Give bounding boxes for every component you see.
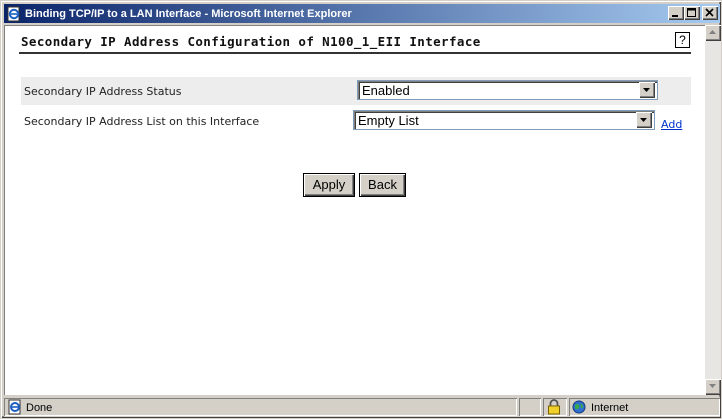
zone-text: Internet <box>591 402 629 414</box>
minimize-button[interactable] <box>668 6 684 20</box>
ie-page-icon <box>6 6 22 22</box>
window-title: Binding TCP/IP to a LAN Interface - Micr… <box>25 7 352 20</box>
status-pane-progress <box>519 398 541 416</box>
add-ip-link[interactable]: Add <box>661 118 682 131</box>
close-button[interactable] <box>702 6 718 20</box>
apply-button[interactable]: Apply <box>303 173 355 197</box>
title-bar[interactable]: Binding TCP/IP to a LAN Interface - Micr… <box>4 4 720 23</box>
status-select[interactable]: Enabled <box>357 80 658 100</box>
ip-list-row: Secondary IP Address List on this Interf… <box>21 107 691 135</box>
browser-window: Binding TCP/IP to a LAN Interface - Micr… <box>0 0 722 419</box>
maximize-button[interactable] <box>684 6 700 20</box>
scroll-up-button[interactable] <box>705 25 721 41</box>
ip-list-label: Secondary IP Address List on this Interf… <box>24 115 260 128</box>
chevron-down-icon <box>640 118 647 122</box>
globe-icon <box>572 400 586 417</box>
status-bar: Done Internet <box>4 397 720 417</box>
status-pane-zone: Internet <box>569 398 720 416</box>
scroll-down-icon <box>709 384 716 388</box>
status-text: Done <box>26 402 53 414</box>
help-icon[interactable]: ? <box>675 32 690 48</box>
close-icon <box>705 8 714 17</box>
lock-icon <box>547 399 561 418</box>
minimize-icon <box>672 15 678 17</box>
ip-list-dropdown-button[interactable] <box>636 112 652 128</box>
back-button[interactable]: Back <box>359 173 406 197</box>
status-label: Secondary IP Address Status <box>24 85 182 98</box>
status-select-value: Enabled <box>362 82 410 98</box>
status-dropdown-button[interactable] <box>639 82 655 98</box>
vertical-scrollbar[interactable] <box>705 25 721 395</box>
page-content: Secondary IP Address Configuration of N1… <box>4 25 705 395</box>
scroll-up-icon <box>709 30 716 34</box>
page-header: Secondary IP Address Configuration of N1… <box>19 32 691 54</box>
chevron-down-icon <box>643 88 650 92</box>
scroll-down-button[interactable] <box>705 379 721 395</box>
window-controls <box>668 6 718 20</box>
status-row: Secondary IP Address Status Enabled <box>21 77 691 105</box>
ip-list-select[interactable]: Empty List <box>353 110 655 130</box>
status-pane-security <box>543 398 567 416</box>
maximize-icon <box>687 8 696 17</box>
page-title: Secondary IP Address Configuration of N1… <box>21 34 481 49</box>
done-page-icon <box>7 399 23 418</box>
ip-list-select-value: Empty List <box>358 112 419 128</box>
status-pane-main: Done <box>4 398 517 416</box>
